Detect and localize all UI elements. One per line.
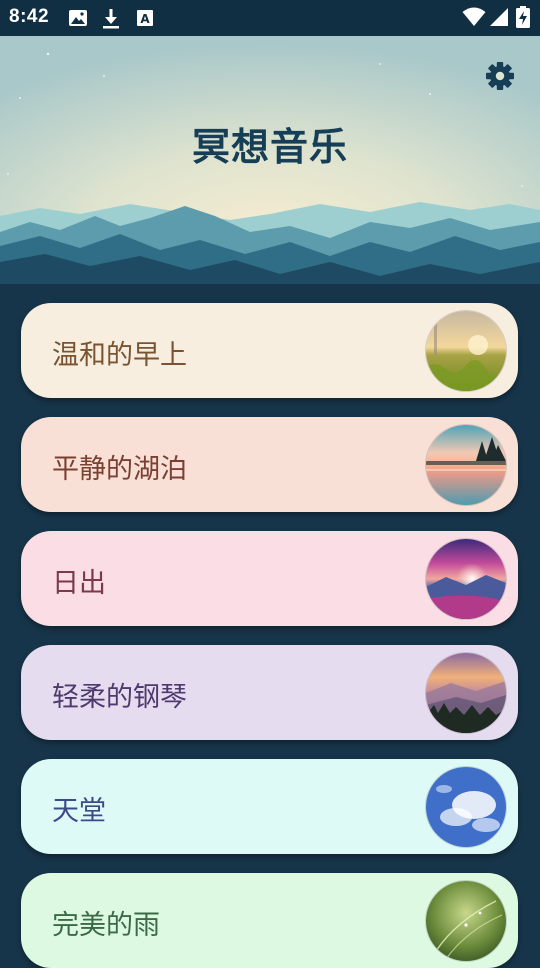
blue-sky-clouds-image (426, 767, 506, 847)
status-bar: 8:42 A (0, 0, 540, 36)
header-banner: 冥想音乐 (0, 36, 540, 296)
track-card-sunrise[interactable]: 日出 (21, 531, 518, 626)
track-label: 日出 (52, 568, 106, 599)
track-card-soft-piano[interactable]: 轻柔的钢琴 (21, 645, 518, 740)
font-a-icon: A (137, 10, 153, 26)
track-card-calm-lake[interactable]: 平静的湖泊 (21, 417, 518, 512)
sunrise-image (426, 539, 506, 619)
track-label: 完美的雨 (52, 910, 160, 941)
track-card-heaven[interactable]: 天堂 (21, 759, 518, 854)
misty-mountains-image (426, 653, 506, 733)
track-label: 温和的早上 (52, 340, 187, 371)
signal-icon (490, 8, 508, 26)
rain-grass-image (426, 881, 506, 961)
page-title: 冥想音乐 (191, 125, 348, 169)
battery-charging-icon (516, 6, 530, 28)
status-time: 8:42 (9, 6, 50, 27)
gear-icon[interactable] (484, 60, 516, 92)
track-card-perfect-rain[interactable]: 完美的雨 (21, 873, 518, 968)
download-icon (103, 9, 119, 29)
track-label: 天堂 (52, 796, 106, 827)
calm-lake-image (426, 425, 506, 505)
track-card-gentle-morning[interactable]: 温和的早上 (21, 303, 518, 398)
track-label: 轻柔的钢琴 (52, 682, 187, 713)
track-label: 平静的湖泊 (52, 454, 187, 485)
wifi-icon (462, 7, 486, 26)
image-icon (69, 10, 87, 26)
svg-text:A: A (140, 12, 150, 26)
morning-meadow-image (426, 311, 506, 391)
